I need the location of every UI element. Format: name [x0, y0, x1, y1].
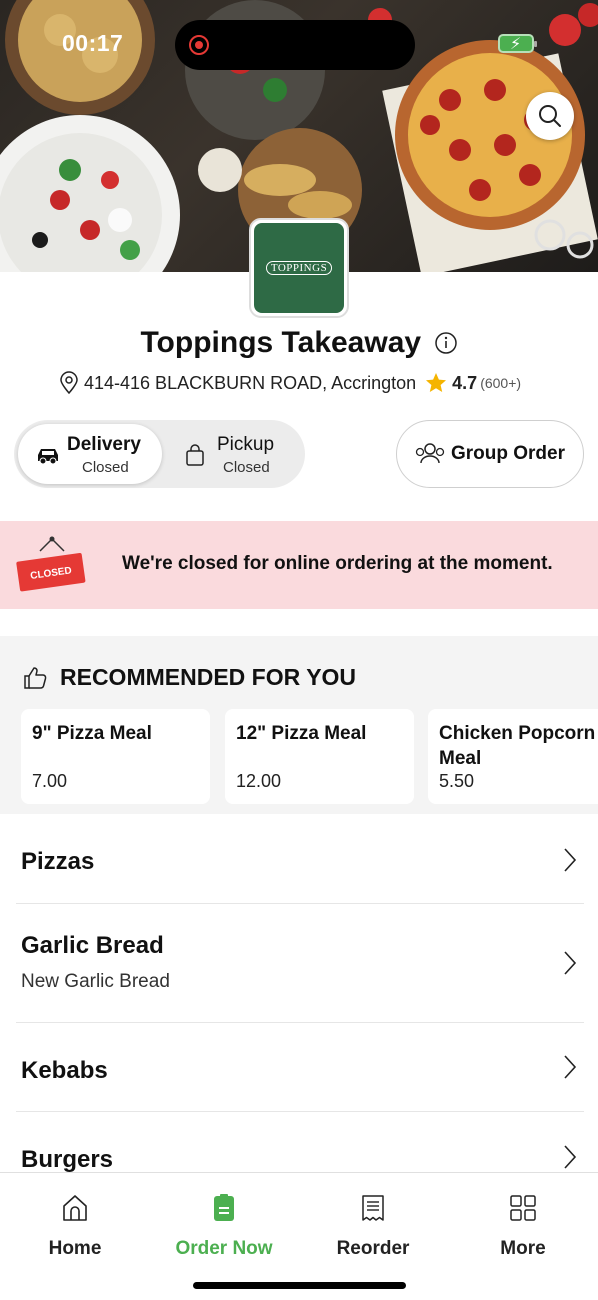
recommended-item-name: 9" Pizza Meal [32, 723, 152, 744]
recommended-item-price: 12.00 [236, 771, 282, 791]
category-subtitle: New Garlic Bread [21, 971, 170, 992]
tab-reorder-label: Reorder [336, 1238, 410, 1259]
category-row-kebabs[interactable]: Kebabs [0, 1023, 598, 1111]
recommended-item-price: 5.50 [439, 771, 475, 791]
group-order-label: Group Order [450, 443, 565, 464]
grid-icon [510, 1195, 536, 1221]
recommended-item[interactable]: 9" Pizza Meal 7.00 [21, 709, 210, 804]
delivery-option[interactable]: Delivery Closed [18, 424, 162, 484]
recommended-item-price: 7.00 [32, 771, 68, 791]
restaurant-logo: TOPPINGS [249, 218, 349, 318]
restaurant-name: Toppings Takeaway [140, 326, 422, 359]
category-name: Kebabs [21, 1057, 108, 1084]
tab-more[interactable]: More [453, 1193, 593, 1260]
delivery-label: Delivery [67, 434, 141, 455]
battery-icon: ⚡ [498, 34, 537, 53]
star-icon [426, 373, 447, 392]
tab-more-label: More [500, 1238, 546, 1259]
category-name: Pizzas [21, 848, 95, 875]
recommended-section: RECOMMENDED FOR YOU 9" Pizza Meal 7.00 1… [0, 636, 598, 814]
logo-text: TOPPINGS [265, 261, 333, 275]
search-button[interactable] [526, 92, 574, 140]
category-row-garlic-bread[interactable]: Garlic Bread New Garlic Bread [0, 904, 598, 1022]
status-time: 00:17 [62, 30, 124, 56]
tab-order-now[interactable]: Order Now [154, 1193, 294, 1260]
chevron-right-icon [564, 848, 577, 872]
dynamic-island [175, 20, 415, 70]
home-indicator [193, 1282, 406, 1289]
receipt-icon [362, 1195, 384, 1221]
closed-sign-icon: CLOSED [16, 536, 86, 592]
bottom-tab-bar: Home Order Now Reorder More [0, 1172, 598, 1300]
pickup-option[interactable]: Pickup Closed [174, 424, 302, 484]
chevron-right-icon [564, 951, 577, 975]
info-icon[interactable] [434, 331, 458, 355]
closed-message: We're closed for online ordering at the … [122, 553, 553, 574]
chevron-right-icon [564, 1055, 577, 1079]
pickup-label: Pickup [217, 434, 275, 455]
order-icon [214, 1194, 234, 1221]
tab-order-now-label: Order Now [175, 1238, 273, 1259]
address-row: 414-416 BLACKBURN ROAD, Accrington 4.7 (… [58, 370, 521, 396]
thumbs-up-icon [24, 666, 47, 689]
home-icon [63, 1195, 87, 1221]
search-icon [539, 105, 561, 127]
category-row-burgers[interactable]: Burgers [0, 1112, 598, 1172]
chevron-right-icon [564, 1145, 577, 1169]
tab-home-label: Home [48, 1238, 102, 1259]
record-icon [189, 35, 209, 55]
recommended-item[interactable]: 12" Pizza Meal 12.00 [225, 709, 414, 804]
car-icon [38, 449, 58, 465]
recommended-item[interactable]: Chicken Popcorn Meal 5.50 [428, 709, 598, 804]
delivery-status: Closed [82, 459, 129, 476]
pickup-status: Closed [223, 459, 270, 476]
tab-home[interactable]: Home [5, 1193, 145, 1260]
tab-reorder[interactable]: Reorder [303, 1193, 443, 1260]
rating-count: (600+) [480, 375, 522, 391]
location-pin-icon [60, 371, 78, 395]
category-name: Garlic Bread [21, 932, 164, 959]
rating-value: 4.7 [452, 372, 478, 393]
recommended-title: RECOMMENDED FOR YOU [60, 664, 357, 690]
recommended-item-name: Chicken Popcorn Meal [439, 723, 596, 769]
group-order-button[interactable]: Group Order [396, 420, 584, 488]
order-mode-toggle: Delivery Closed Pickup Closed [14, 420, 305, 488]
restaurant-address: 414-416 BLACKBURN ROAD, Accrington [84, 372, 417, 393]
category-row-pizzas[interactable]: Pizzas [0, 815, 598, 903]
category-name: Burgers [21, 1146, 114, 1172]
recommended-item-name: 12" Pizza Meal [236, 723, 367, 744]
closed-banner: CLOSED We're closed for online ordering … [0, 521, 598, 609]
group-icon [415, 443, 445, 464]
shopping-bag-icon [186, 444, 204, 466]
